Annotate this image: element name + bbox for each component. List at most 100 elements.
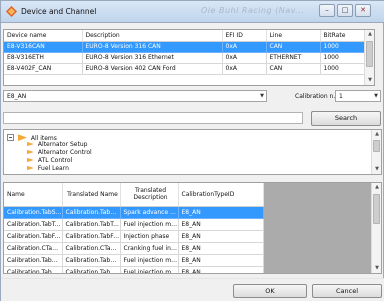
table-row[interactable]: Calibration.TabT... Calibration.TabT... … (4, 218, 264, 231)
chevron-down-icon: ▼ (374, 93, 378, 99)
device-efi-id: 0xA (222, 63, 267, 75)
folder-icon (17, 134, 27, 141)
channel-select[interactable]: E8_AN ▼ (3, 90, 267, 102)
scroll-up-icon[interactable]: ▲ (372, 183, 381, 192)
title-bar[interactable]: Device and Channel Ole Buhl Racing (Nav.… (1, 1, 384, 23)
tree-item[interactable]: Alternator Setup (27, 141, 87, 149)
device-name: E8-V316ETH (4, 52, 83, 64)
tree-item-label: Alternator Control (37, 149, 92, 156)
device-row[interactable]: E8-V316CAN EURO-8 Version 316 CAN 0xA CA… (4, 41, 367, 53)
maximize-button[interactable]: □ (337, 4, 353, 17)
device-col-efi-id[interactable]: EFI ID (222, 30, 267, 42)
cal-translated-name: Calibration.TabKl... (62, 254, 121, 267)
cal-translated-name: Calibration.CTab... (62, 242, 121, 255)
search-button[interactable]: Search (311, 111, 381, 126)
scroll-down-icon[interactable]: ▼ (365, 76, 374, 85)
scroll-up-icon[interactable]: ▲ (365, 30, 374, 39)
device-bitrate: 1000 (320, 63, 367, 75)
device-row[interactable]: E8-V402F_CAN EURO-8 Version 402 CAN Ford… (4, 63, 367, 75)
table-row[interactable]: Calibration.TabS... Calibration.TabS... … (4, 206, 264, 219)
device-col-bitrate[interactable]: BitRate (320, 30, 367, 42)
cal-translated-description: Injection phase (120, 230, 179, 243)
device-description: EURO-8 Version 402 CAN Ford (82, 63, 223, 75)
search-input[interactable] (3, 112, 303, 124)
cal-type-id: E8_AN (178, 266, 264, 273)
chevron-down-icon: ▼ (260, 93, 264, 99)
tree-item-label: Alternator Setup (37, 141, 88, 148)
cal-translated-name: Calibration.TabS... (62, 206, 121, 219)
device-name: E8-V402F_CAN (4, 63, 83, 75)
scroll-down-icon[interactable]: ▼ (372, 165, 381, 174)
cal-col-type-id[interactable]: CalibrationTypeID (178, 183, 264, 207)
calibration-select-value: 1 (339, 93, 343, 100)
cal-name: Calibration.TabS... (4, 206, 63, 219)
table-row[interactable]: Calibration.CTab... Calibration.CTab... … (4, 242, 264, 255)
table-row[interactable]: Calibration.TabFa... Calibration.TabFa..… (4, 230, 264, 243)
scroll-thumb[interactable] (373, 194, 380, 224)
cal-col-name[interactable]: Name (4, 183, 63, 207)
folder-icon (27, 165, 34, 171)
cal-name: Calibration.CTab... (4, 242, 63, 255)
scroll-up-icon[interactable]: ▲ (372, 130, 381, 139)
device-line: CAN (266, 63, 321, 75)
tree-item[interactable]: Alternator Control (27, 149, 92, 157)
channel-select-value: E8_AN (7, 93, 27, 100)
scroll-thumb[interactable] (366, 41, 373, 67)
cal-type-id: E8_AN (178, 218, 264, 231)
cal-translated-description: Fuel injection mul... (120, 254, 179, 267)
device-icon (6, 6, 17, 17)
cal-type-id: E8_AN (178, 242, 264, 255)
device-bitrate: 1000 (320, 52, 367, 64)
cal-type-id: E8_AN (178, 206, 264, 219)
cal-col-translated-description[interactable]: Translated Description (120, 183, 179, 207)
scroll-down-icon[interactable]: ▼ (372, 264, 381, 273)
calibration-grid[interactable]: Name Translated Name Translated Descript… (3, 182, 382, 274)
device-grid-scrollbar[interactable]: ▲ ▼ (364, 30, 374, 85)
folder-icon (27, 141, 34, 147)
category-tree[interactable]: All items Alternator Setup Alternator Co… (3, 129, 382, 175)
cal-translated-description: Fuel injection mul... (120, 266, 179, 273)
calibration-grid-scrollbar[interactable]: ▲ ▼ (371, 183, 381, 273)
cal-translated-name: Calibration.TabT... (62, 218, 121, 231)
cal-name: Calibration.TabT... (4, 218, 63, 231)
scroll-thumb[interactable] (373, 140, 380, 152)
table-row[interactable]: Calibration.TabKl... Calibration.TabKl..… (4, 254, 264, 267)
device-col-line[interactable]: Line (266, 30, 321, 42)
device-row[interactable]: E8-V316ETH EURO-8 Version 316 Ethernet 0… (4, 52, 367, 64)
cal-name: Calibration.TabKl... (4, 254, 63, 267)
folder-icon (27, 157, 34, 163)
device-channel-dialog: Device and Channel Ole Buhl Racing (Nav.… (0, 0, 384, 301)
calibration-select[interactable]: 1 ▼ (335, 90, 381, 102)
device-col-description[interactable]: Description (82, 30, 223, 42)
cal-translated-name: Calibration.TabKl... (62, 266, 121, 273)
calibration-label: Calibration n. (295, 93, 336, 100)
cal-translated-description: Cranking fuel inje... (120, 242, 179, 255)
window-title-ghost: Ole Buhl Racing (Nav... (201, 6, 305, 15)
cal-col-translated-name[interactable]: Translated Name (62, 183, 121, 207)
minimize-button[interactable]: – (319, 4, 335, 17)
tree-item[interactable]: ATL Control (27, 157, 72, 165)
tree-root[interactable]: All items (7, 133, 57, 142)
ok-button[interactable]: OK (233, 284, 307, 298)
cal-type-id: E8_AN (178, 230, 264, 243)
tree-item[interactable]: Fuel Learn (27, 165, 69, 173)
cal-translated-description: Spark advance ... (120, 206, 179, 219)
tree-item-label: ATL Control (37, 157, 73, 164)
cancel-button[interactable]: Cancel (312, 284, 382, 298)
close-button[interactable]: ✕ (355, 4, 371, 17)
folder-icon (27, 149, 34, 155)
table-row[interactable]: Calibration.TabKl... Calibration.TabKl..… (4, 266, 264, 273)
cal-type-id: E8_AN (178, 254, 264, 267)
cal-name: Calibration.TabKl... (4, 266, 63, 273)
cal-translated-description: Fuel injection map (120, 218, 179, 231)
device-col-name[interactable]: Device name (4, 30, 83, 42)
device-name: E8-V316CAN (4, 41, 83, 53)
tree-item-label: Fuel Learn (37, 165, 69, 172)
device-bitrate: 1000 (320, 41, 367, 53)
cal-name: Calibration.TabFa... (4, 230, 63, 243)
device-line: CAN (266, 41, 321, 53)
device-grid[interactable]: Device name Description EFI ID Line BitR… (3, 29, 375, 86)
tree-scrollbar[interactable]: ▲ ▼ (371, 130, 381, 174)
device-line: ETHERNET (266, 52, 321, 64)
tree-collapse-icon[interactable] (7, 134, 14, 141)
